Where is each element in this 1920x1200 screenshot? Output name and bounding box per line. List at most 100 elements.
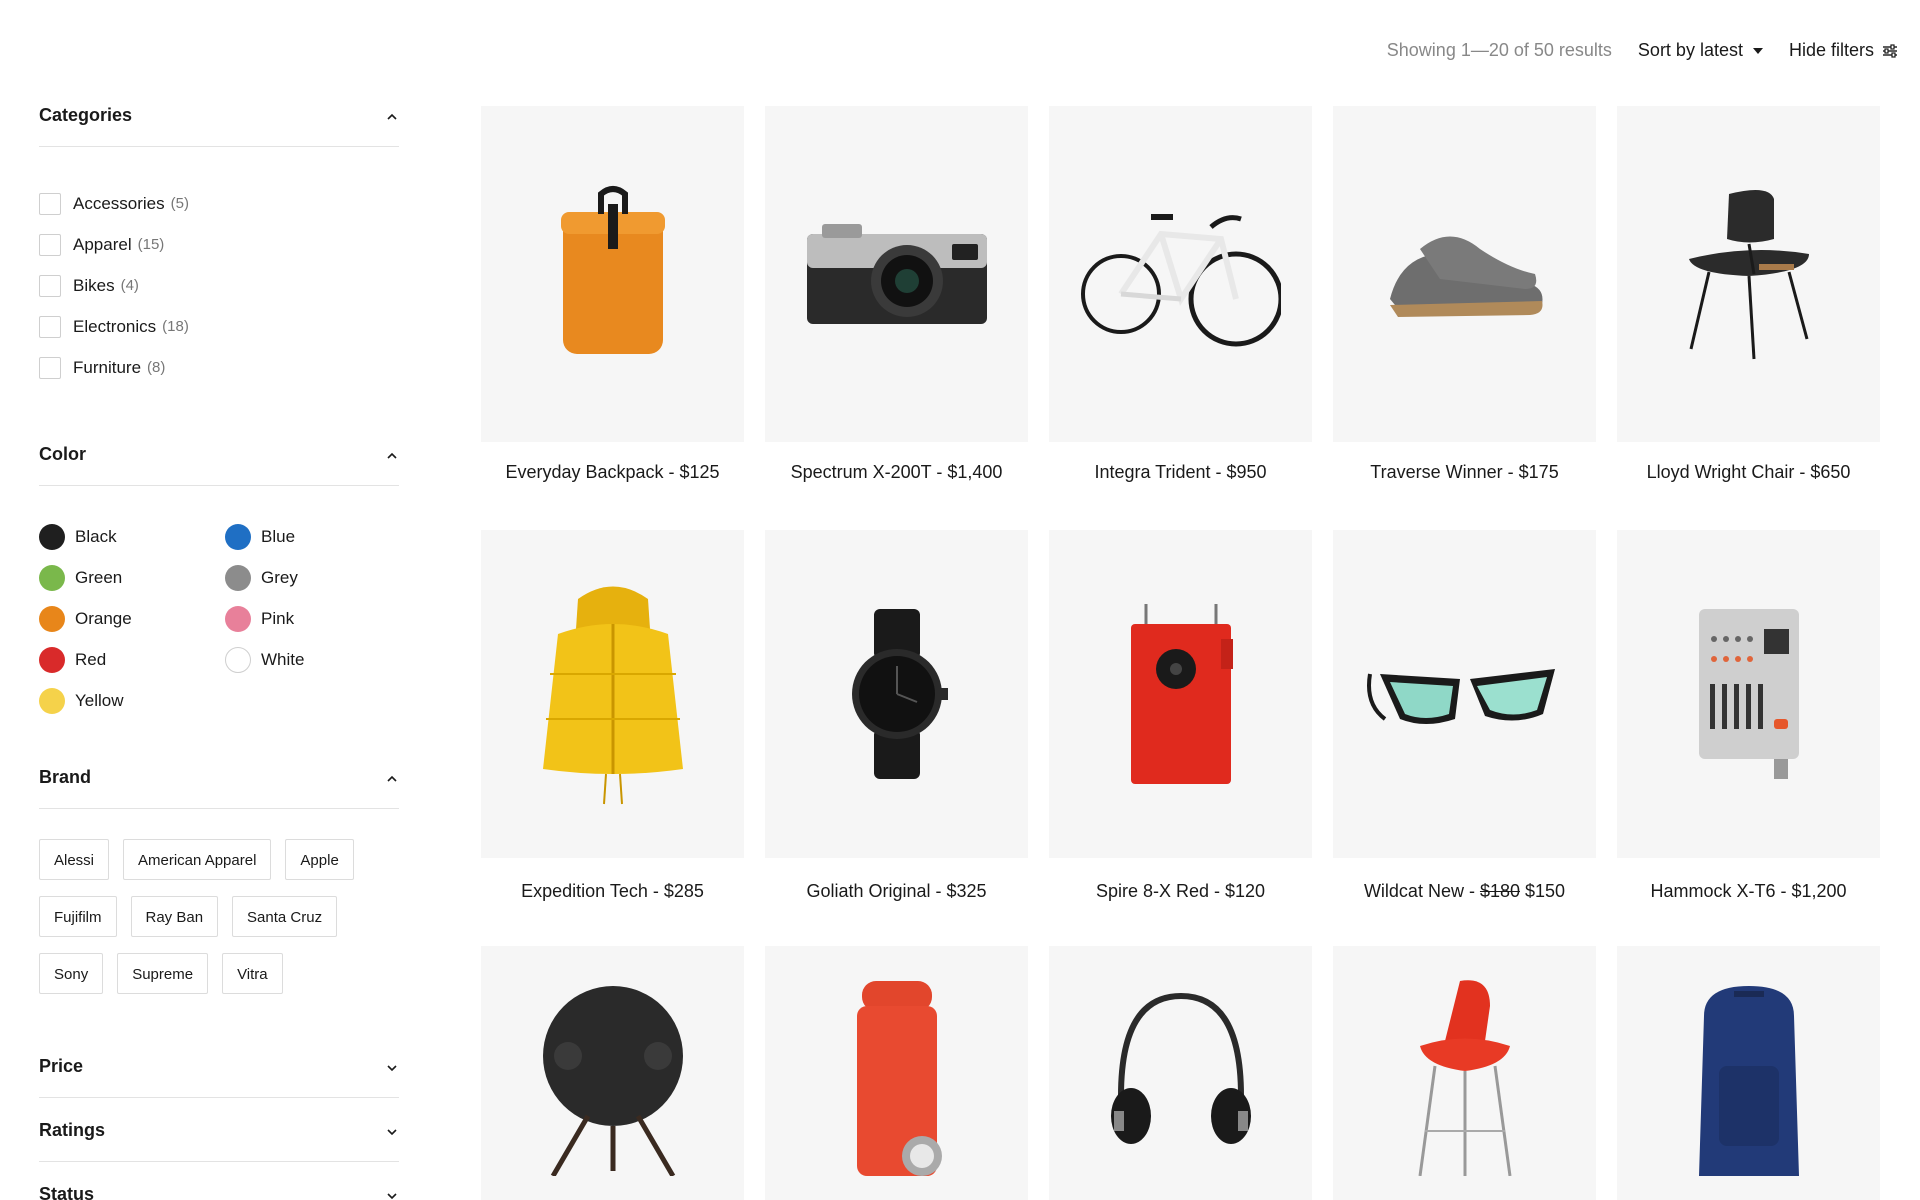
category-item-bikes[interactable]: Bikes (4)	[39, 265, 399, 306]
product-image[interactable]	[1049, 106, 1312, 442]
color-list: Black Blue Green Grey Orange Pink Red Wh…	[39, 486, 399, 721]
category-item-furniture[interactable]: Furniture (8)	[39, 347, 399, 388]
color-title: Color	[39, 443, 86, 464]
category-checkbox[interactable]	[39, 356, 61, 379]
ratings-header[interactable]: Ratings	[39, 1110, 399, 1150]
color-label: Grey	[261, 567, 298, 587]
hide-filters-button[interactable]: Hide filters	[1789, 40, 1898, 61]
product-image[interactable]	[481, 106, 744, 442]
color-option-black[interactable]: Black	[39, 516, 225, 557]
category-item-apparel[interactable]: Apparel (15)	[39, 224, 399, 265]
category-checkbox[interactable]	[39, 192, 61, 215]
color-option-green[interactable]: Green	[39, 557, 225, 598]
product-image[interactable]	[481, 946, 744, 1200]
product-card[interactable]: Lloyd Wright Chair - $650	[1617, 106, 1880, 530]
product-image[interactable]	[1617, 106, 1880, 442]
category-label: Apparel	[73, 234, 132, 254]
product-card[interactable]	[481, 946, 744, 1200]
product-card[interactable]	[1049, 946, 1312, 1200]
color-swatch	[39, 523, 65, 550]
product-card[interactable]: Everyday Backpack - $125	[481, 106, 744, 530]
category-checkbox[interactable]	[39, 233, 61, 256]
category-item-accessories[interactable]: Accessories (5)	[39, 183, 399, 224]
product-image[interactable]	[1333, 530, 1596, 858]
color-option-grey[interactable]: Grey	[225, 557, 411, 598]
color-swatch	[39, 646, 65, 673]
product-title: Expedition Tech - $285	[521, 881, 704, 901]
category-checkbox[interactable]	[39, 315, 61, 338]
old-price: $180	[1479, 881, 1520, 901]
chair-icon	[1688, 190, 1809, 360]
color-option-orange[interactable]: Orange	[39, 598, 225, 639]
brand-tag-sony[interactable]: Sony	[39, 953, 104, 994]
product-card[interactable]: Integra Trident - $950	[1049, 106, 1312, 530]
device-icon	[1130, 604, 1233, 784]
categories-header[interactable]: Categories	[39, 95, 399, 135]
category-checkbox[interactable]	[39, 274, 61, 297]
status-title: Status	[39, 1183, 95, 1200]
brand-header[interactable]: Brand	[39, 757, 399, 797]
category-count: (4)	[120, 277, 139, 294]
color-swatch	[39, 564, 65, 591]
status-header[interactable]: Status	[39, 1174, 399, 1200]
chevron-up-icon	[385, 447, 399, 461]
product-card[interactable]: Traverse Winner - $175	[1333, 106, 1596, 530]
brand-tag-alessi[interactable]: Alessi	[39, 839, 110, 880]
color-swatch	[39, 605, 65, 632]
brand-tag-american-apparel[interactable]: American Apparel	[123, 839, 272, 880]
product-card[interactable]	[1617, 946, 1880, 1200]
product-image[interactable]	[1333, 946, 1596, 1200]
product-title: Wildcat New - $180 $150	[1333, 858, 1596, 946]
product-image[interactable]	[1049, 530, 1312, 858]
color-section: Color	[39, 434, 399, 486]
product-card[interactable]: Spectrum X-200T - $1,400	[765, 106, 1028, 530]
color-option-white[interactable]: White	[225, 639, 411, 680]
color-option-pink[interactable]: Pink	[225, 598, 411, 639]
color-option-yellow[interactable]: Yellow	[39, 680, 225, 721]
product-image[interactable]	[765, 946, 1028, 1200]
speaker-icon	[542, 986, 683, 1176]
synth-icon	[1698, 609, 1799, 779]
brand-tag-vitra[interactable]: Vitra	[222, 953, 283, 994]
brand-title: Brand	[39, 766, 92, 787]
sort-dropdown[interactable]: Sort by latest	[1638, 40, 1763, 61]
categories-section: Categories	[39, 95, 399, 147]
results-count: Showing 1—20 of 50 results	[1386, 40, 1612, 60]
chevron-up-icon	[385, 770, 399, 784]
brand-tag-fujifilm[interactable]: Fujifilm	[39, 896, 117, 937]
color-header[interactable]: Color	[39, 434, 399, 474]
product-card[interactable]: Goliath Original - $325	[765, 530, 1028, 946]
brand-tag-santa-cruz[interactable]: Santa Cruz	[232, 896, 338, 937]
color-option-blue[interactable]: Blue	[225, 516, 411, 557]
product-card[interactable]: Expedition Tech - $285	[481, 530, 744, 946]
product-image[interactable]	[1617, 946, 1880, 1200]
brand-tag-apple[interactable]: Apple	[285, 839, 354, 880]
brand-tag-supreme[interactable]: Supreme	[117, 953, 209, 994]
jacket-icon	[542, 586, 683, 805]
color-label: Blue	[261, 526, 296, 546]
color-swatch	[225, 646, 251, 673]
product-image[interactable]	[1049, 946, 1312, 1200]
product-image[interactable]	[1617, 530, 1880, 858]
product-image[interactable]	[765, 106, 1028, 442]
category-item-electronics[interactable]: Electronics (18)	[39, 306, 399, 347]
sliders-icon	[1883, 43, 1897, 58]
product-image[interactable]	[481, 530, 744, 858]
color-swatch	[225, 605, 251, 632]
chevron-down-icon	[385, 1059, 399, 1073]
product-card[interactable]: Hammock X-T6 - $1,200	[1617, 530, 1880, 946]
product-card[interactable]	[1333, 946, 1596, 1200]
product-card[interactable]: Wildcat New - $180 $150	[1333, 530, 1596, 946]
category-count: (18)	[162, 318, 189, 335]
product-image[interactable]	[1333, 106, 1596, 442]
product-image[interactable]	[765, 530, 1028, 858]
product-card[interactable]: Spire 8-X Red - $120	[1049, 530, 1312, 946]
price-header[interactable]: Price	[39, 1046, 399, 1086]
color-option-red[interactable]: Red	[39, 639, 225, 680]
blue-backpack-icon	[1698, 986, 1799, 1176]
brand-tag-ray-ban[interactable]: Ray Ban	[130, 896, 219, 937]
product-card[interactable]	[765, 946, 1028, 1200]
bottle-icon	[856, 981, 942, 1176]
product-title: Spire 8-X Red - $120	[1095, 881, 1266, 901]
filters-sidebar: Categories Accessories (5) Apparel (15) …	[39, 95, 399, 1200]
